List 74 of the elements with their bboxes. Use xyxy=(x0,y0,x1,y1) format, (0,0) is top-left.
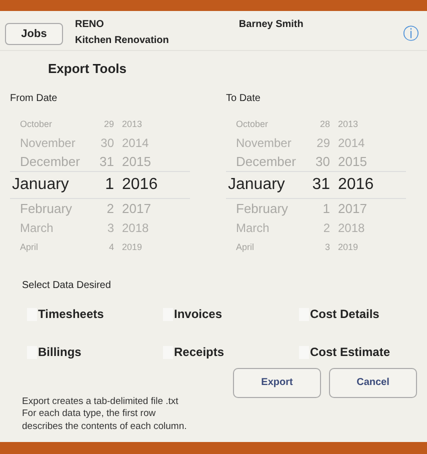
picker-label: From Date xyxy=(10,93,58,104)
day-text: 1 xyxy=(322,201,331,216)
picker-row[interactable]: December 30 2015 xyxy=(226,152,406,171)
month-text: October xyxy=(235,118,270,128)
section-label: Select Data Desired xyxy=(21,279,112,291)
job-code: RENO xyxy=(75,19,105,30)
month-text: December xyxy=(235,154,297,169)
year-text: 2013 xyxy=(122,118,144,128)
picker-row[interactable]: March 3 2018 xyxy=(10,218,190,237)
picker-row[interactable]: October 29 2013 xyxy=(10,114,190,133)
year-text: 2013 xyxy=(338,118,360,128)
person-name: Barney Smith xyxy=(238,19,304,30)
cancel-button[interactable]: Cancel xyxy=(329,368,417,398)
month-text: February xyxy=(235,201,290,216)
day-text: 3 xyxy=(324,242,331,252)
picker-row[interactable]: February 2 2017 xyxy=(10,199,190,218)
day-text: 30 xyxy=(100,136,115,150)
month-text: March xyxy=(235,220,270,234)
checkbox-label: Invoices xyxy=(174,307,222,321)
picker-row[interactable]: February 1 2017 xyxy=(226,199,406,218)
month-text: November xyxy=(19,136,76,150)
picker-row[interactable]: October 28 2013 xyxy=(226,114,406,133)
year-text: 2019 xyxy=(122,242,144,252)
month-text: January xyxy=(11,176,70,194)
picker-row[interactable]: December 31 2015 xyxy=(10,152,190,171)
picker-row[interactable]: November 30 2014 xyxy=(10,133,190,152)
picker-label: To Date xyxy=(226,93,262,104)
day-text: 29 xyxy=(316,136,331,150)
year-text: 2017 xyxy=(338,201,368,216)
checkbox-label: Timesheets xyxy=(38,307,104,321)
year-text: 2019 xyxy=(338,242,360,252)
month-text: January xyxy=(227,176,286,194)
day-text: 4 xyxy=(108,242,115,252)
day-text: 3 xyxy=(106,220,115,234)
picker-row[interactable]: April 4 2019 xyxy=(10,237,190,256)
day-text: 30 xyxy=(314,154,331,169)
year-text: 2018 xyxy=(122,220,150,234)
day-text: 2 xyxy=(322,220,331,234)
year-text: 2016 xyxy=(122,176,159,194)
month-text: November xyxy=(235,136,292,150)
month-text: October xyxy=(19,118,54,128)
year-text: 2018 xyxy=(338,220,366,234)
checkbox-label: Billings xyxy=(38,345,82,359)
month-text: April xyxy=(235,242,256,252)
month-text: February xyxy=(19,201,74,216)
day-text: 28 xyxy=(318,118,331,128)
export-button[interactable]: Export xyxy=(233,368,321,398)
month-text: December xyxy=(19,154,81,169)
picker-row[interactable]: January 31 2016 xyxy=(226,171,406,199)
checkbox-label: Receipts xyxy=(174,345,224,359)
day-text: 31 xyxy=(98,154,115,169)
year-text: 2015 xyxy=(338,154,368,169)
picker-row[interactable]: November 29 2014 xyxy=(226,133,406,152)
picker-row[interactable]: January 1 2016 xyxy=(10,171,190,199)
year-text: 2016 xyxy=(338,176,375,194)
info-icon[interactable]: ⓘ xyxy=(403,27,419,43)
picker-row[interactable]: March 2 2018 xyxy=(226,218,406,237)
year-text: 2014 xyxy=(338,136,366,150)
picker-row[interactable]: April 3 2019 xyxy=(226,237,406,256)
year-text: 2015 xyxy=(122,154,152,169)
month-text: March xyxy=(19,220,54,234)
day-text: 1 xyxy=(104,176,115,194)
page-title: Export Tools xyxy=(47,60,128,78)
export-note: Export creates a tab-delimited file .txt For each data type, the first row describes the contents of each column. xyxy=(22,396,187,434)
year-text: 2014 xyxy=(122,136,150,150)
day-text: 31 xyxy=(311,176,331,194)
year-text: 2017 xyxy=(122,201,152,216)
checkbox-label: Cost Estimate xyxy=(310,345,390,359)
day-text: 2 xyxy=(106,201,115,216)
checkbox-label: Cost Details xyxy=(310,307,380,321)
day-text: 29 xyxy=(102,118,115,128)
jobs-button[interactable]: Jobs xyxy=(5,23,63,45)
month-text: April xyxy=(19,242,40,252)
job-name: Kitchen Renovation xyxy=(75,35,169,46)
